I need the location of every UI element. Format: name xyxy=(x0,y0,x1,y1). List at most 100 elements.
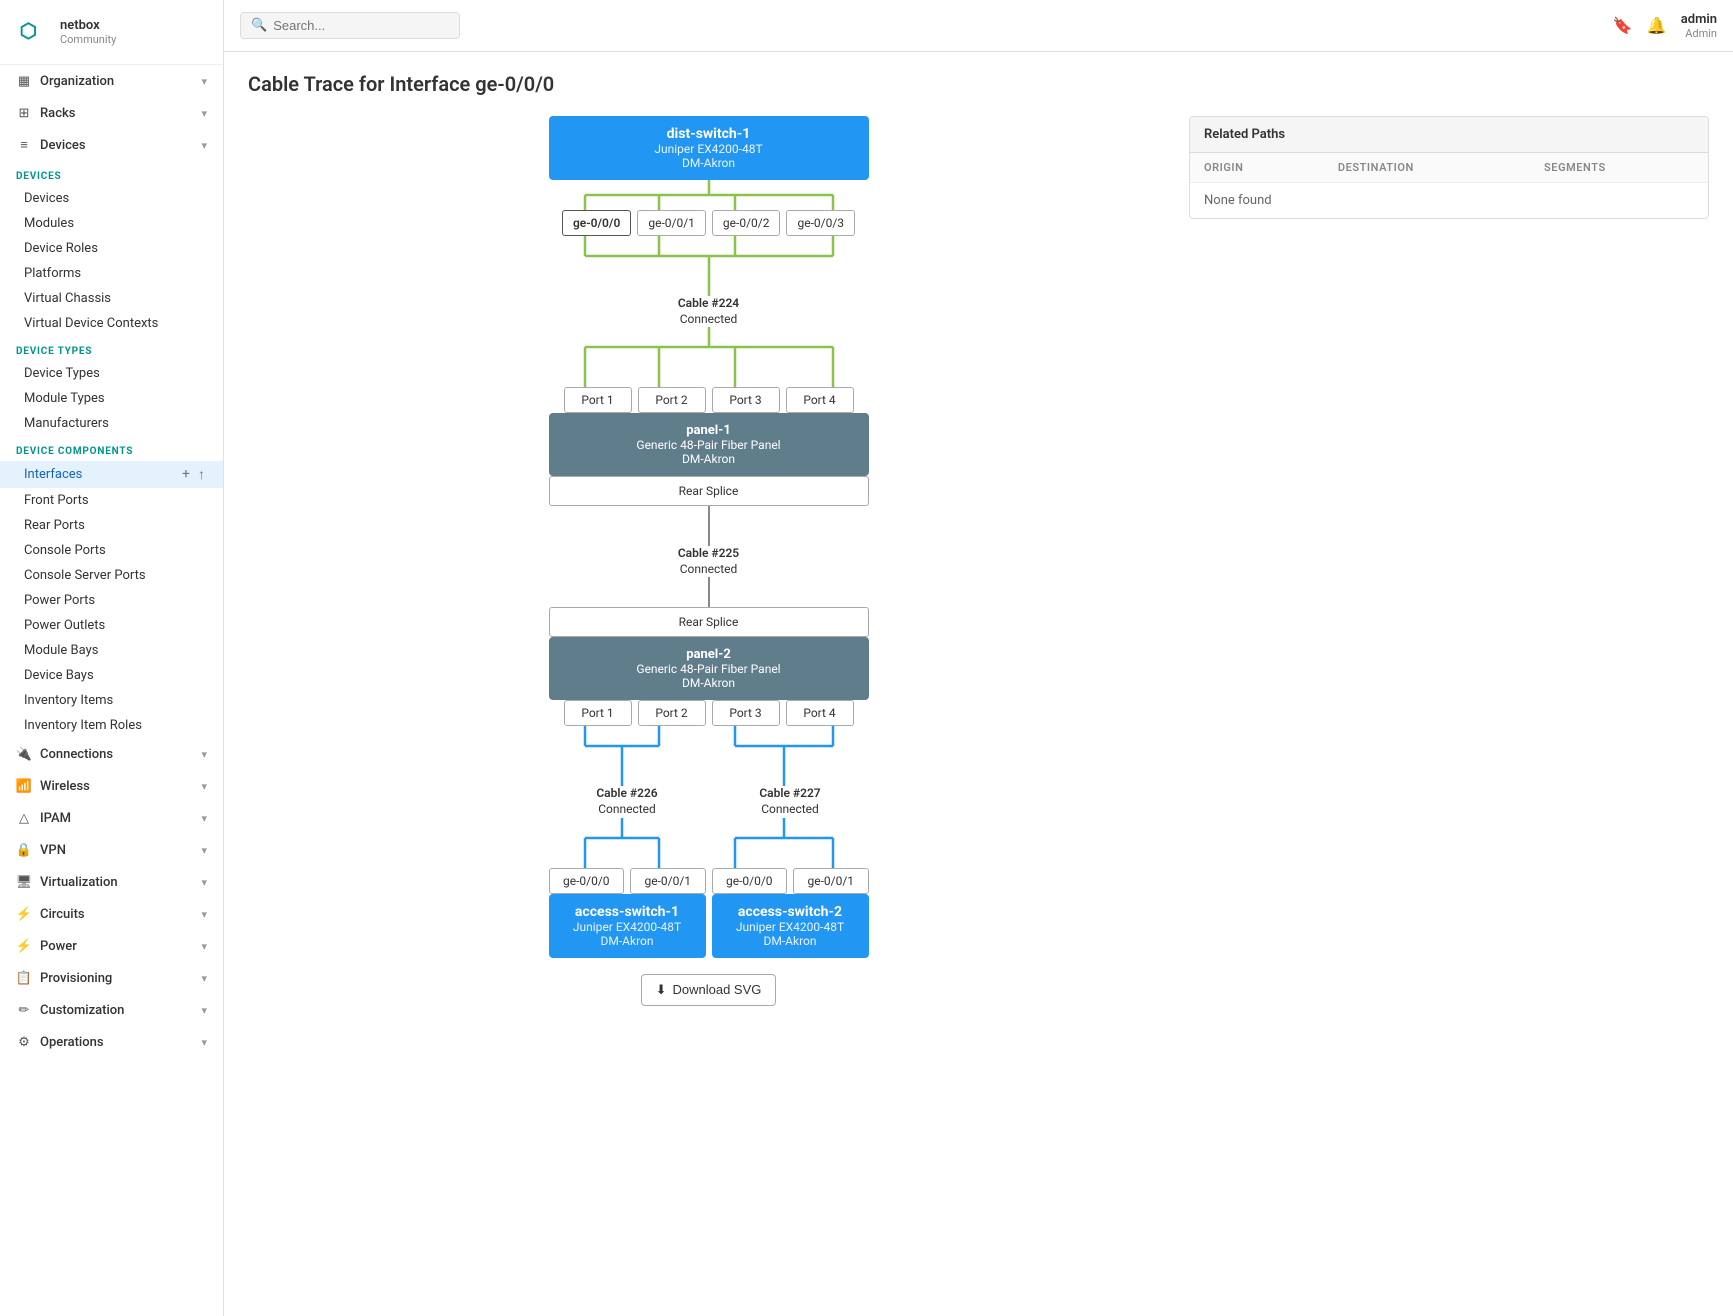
chevron-down-icon: ▾ xyxy=(201,107,207,120)
access-switch-2-box[interactable]: access-switch-2 Juniper EX4200-48T DM-Ak… xyxy=(712,894,869,958)
panel1-port-3[interactable]: Port 3 xyxy=(712,387,780,413)
sidebar-item-device-roles[interactable]: Device Roles xyxy=(0,236,223,261)
device-components-section: DEVICE COMPONENTS Interfaces + ↑ Front P… xyxy=(0,436,223,738)
search-box[interactable]: 🔍 xyxy=(240,12,460,39)
sidebar-item-platforms[interactable]: Platforms xyxy=(0,261,223,286)
sidebar-item-power-ports[interactable]: Power Ports xyxy=(0,588,223,613)
empty-message: None found xyxy=(1190,183,1708,219)
sidebar-item-manufacturers[interactable]: Manufacturers xyxy=(0,411,223,436)
access-switch-1-box[interactable]: access-switch-1 Juniper EX4200-48T DM-Ak… xyxy=(549,894,706,958)
sidebar-item-devices[interactable]: Devices xyxy=(0,186,223,211)
nav-devices[interactable]: ≡ Devices ▾ xyxy=(0,129,223,161)
sidebar-item-front-ports[interactable]: Front Ports xyxy=(0,488,223,513)
dist-switch-name: dist-switch-1 xyxy=(565,126,853,142)
col-origin: ORIGIN xyxy=(1190,153,1324,183)
nav-racks[interactable]: ⊞ Racks ▾ xyxy=(0,97,223,129)
bookmark-icon[interactable]: 🔖 xyxy=(1613,16,1633,35)
nav-power[interactable]: ⚡ Power ▾ xyxy=(0,930,223,962)
search-input[interactable] xyxy=(273,18,449,33)
access-switch-2-location: DM-Akron xyxy=(728,934,853,948)
sidebar-item-device-types[interactable]: Device Types xyxy=(0,361,223,386)
nav-devices-label: Devices xyxy=(40,138,86,153)
user-menu[interactable]: admin Admin xyxy=(1681,12,1717,40)
nav-operations[interactable]: ⚙ Operations ▾ xyxy=(0,1026,223,1058)
access-switch-2-model: Juniper EX4200-48T xyxy=(728,920,853,934)
nav-connections[interactable]: 🔌 Connections ▾ xyxy=(0,738,223,770)
nav-customization[interactable]: ✏ Customization ▾ xyxy=(0,994,223,1026)
dist-switch-location: DM-Akron xyxy=(565,156,853,170)
upload-interface-icon[interactable]: ↑ xyxy=(196,466,207,483)
page-title: Cable Trace for Interface ge-0/0/0 xyxy=(248,72,1709,96)
panel2-port-1[interactable]: Port 1 xyxy=(564,700,632,726)
sidebar-item-module-types[interactable]: Module Types xyxy=(0,386,223,411)
sidebar-item-console-ports[interactable]: Console Ports xyxy=(0,538,223,563)
cable-225-label: Cable #225 Connected xyxy=(678,546,739,577)
sidebar-item-virtual-device-contexts[interactable]: Virtual Device Contexts xyxy=(0,311,223,336)
panel1-port-4[interactable]: Port 4 xyxy=(786,387,854,413)
panel-1-box[interactable]: panel-1 Generic 48-Pair Fiber Panel DM-A… xyxy=(549,413,869,476)
device-types-section-header: DEVICE TYPES xyxy=(0,336,223,361)
sidebar-item-power-outlets[interactable]: Power Outlets xyxy=(0,613,223,638)
nav-power-label: Power xyxy=(40,939,77,954)
nav-ipam-label: IPAM xyxy=(40,811,71,826)
sidebar-item-module-bays[interactable]: Module Bays xyxy=(0,638,223,663)
sidebar-item-inventory-items[interactable]: Inventory Items xyxy=(0,688,223,713)
bell-icon[interactable]: 🔔 xyxy=(1647,16,1667,35)
panel-1-model: Generic 48-Pair Fiber Panel xyxy=(565,438,853,452)
sidebar-item-interfaces[interactable]: Interfaces + ↑ xyxy=(0,461,223,488)
chevron-down-icon: ▾ xyxy=(201,139,207,152)
customization-icon: ✏ xyxy=(16,1002,32,1018)
panel-2-name: panel-2 xyxy=(565,647,853,662)
port-ge-0-0-0[interactable]: ge-0/0/0 xyxy=(562,210,631,236)
sidebar-item-virtual-chassis[interactable]: Virtual Chassis xyxy=(0,286,223,311)
nav-circuits-label: Circuits xyxy=(40,907,85,922)
vpn-icon: 🔒 xyxy=(16,842,32,858)
cable224-to-panel1ports-connector xyxy=(539,327,879,387)
download-svg-label: Download SVG xyxy=(673,982,762,997)
cable-226-227-row: Cable #226 Connected Cable #227 Connecte… xyxy=(549,786,869,817)
nav-wireless[interactable]: 📶 Wireless ▾ xyxy=(0,770,223,802)
panel1-port-1[interactable]: Port 1 xyxy=(564,387,632,413)
panel1-port-2[interactable]: Port 2 xyxy=(638,387,706,413)
access2-port-ge-0-0-0[interactable]: ge-0/0/0 xyxy=(712,868,788,894)
download-icon: ⬇ xyxy=(656,982,667,998)
nav-connections-label: Connections xyxy=(40,747,113,762)
sidebar-item-rear-ports[interactable]: Rear Ports xyxy=(0,513,223,538)
app-name: netbox xyxy=(60,18,116,34)
operations-icon: ⚙ xyxy=(16,1034,32,1050)
access-switches-row: access-switch-1 Juniper EX4200-48T DM-Ak… xyxy=(549,894,869,958)
content-grid: dist-switch-1 Juniper EX4200-48T DM-Akro… xyxy=(248,116,1709,1006)
sidebar-item-device-bays[interactable]: Device Bays xyxy=(0,663,223,688)
nav-provisioning[interactable]: 📋 Provisioning ▾ xyxy=(0,962,223,994)
nav-ipam[interactable]: △ IPAM ▾ xyxy=(0,802,223,834)
access1-port-ge-0-0-0[interactable]: ge-0/0/0 xyxy=(549,868,625,894)
add-interface-icon[interactable]: + xyxy=(180,466,192,483)
sidebar-item-console-server-ports[interactable]: Console Server Ports xyxy=(0,563,223,588)
access1-port-ge-0-0-1[interactable]: ge-0/0/1 xyxy=(630,868,706,894)
main-area: 🔍 🔖 🔔 admin Admin Cable Trace for Interf… xyxy=(224,0,1733,1316)
panel2-port-2[interactable]: Port 2 xyxy=(638,700,706,726)
power-icon: ⚡ xyxy=(16,938,32,954)
dist-switch-device-box[interactable]: dist-switch-1 Juniper EX4200-48T DM-Akro… xyxy=(549,116,869,180)
port-ge-0-0-3[interactable]: ge-0/0/3 xyxy=(786,210,855,236)
nav-organization[interactable]: ▦ Organization ▾ xyxy=(0,65,223,97)
sidebar-item-inventory-item-roles[interactable]: Inventory Item Roles xyxy=(0,713,223,738)
port-ge-0-0-2[interactable]: ge-0/0/2 xyxy=(712,210,781,236)
nav-circuits[interactable]: ⚡ Circuits ▾ xyxy=(0,898,223,930)
sidebar-item-modules[interactable]: Modules xyxy=(0,211,223,236)
nav-wireless-label: Wireless xyxy=(40,779,90,794)
panel2-port-3[interactable]: Port 3 xyxy=(712,700,780,726)
chevron-icon: ▾ xyxy=(201,780,207,793)
nav-vpn[interactable]: 🔒 VPN ▾ xyxy=(0,834,223,866)
panel2-port-4[interactable]: Port 4 xyxy=(786,700,854,726)
chevron-down-icon: ▾ xyxy=(201,75,207,88)
rear-splice-2-box[interactable]: Rear Splice xyxy=(549,607,869,637)
chevron-icon: ▾ xyxy=(201,876,207,889)
panel-2-box[interactable]: panel-2 Generic 48-Pair Fiber Panel DM-A… xyxy=(549,637,869,700)
nav-virtualization[interactable]: 🖥 Virtualization ▾ xyxy=(0,866,223,898)
rear-splice-1-box[interactable]: Rear Splice xyxy=(549,476,869,506)
port-ge-0-0-1[interactable]: ge-0/0/1 xyxy=(637,210,706,236)
download-svg-button[interactable]: ⬇ Download SVG xyxy=(641,974,777,1006)
devices-section: DEVICES Devices Modules Device Roles Pla… xyxy=(0,161,223,336)
access2-port-ge-0-0-1[interactable]: ge-0/0/1 xyxy=(793,868,869,894)
